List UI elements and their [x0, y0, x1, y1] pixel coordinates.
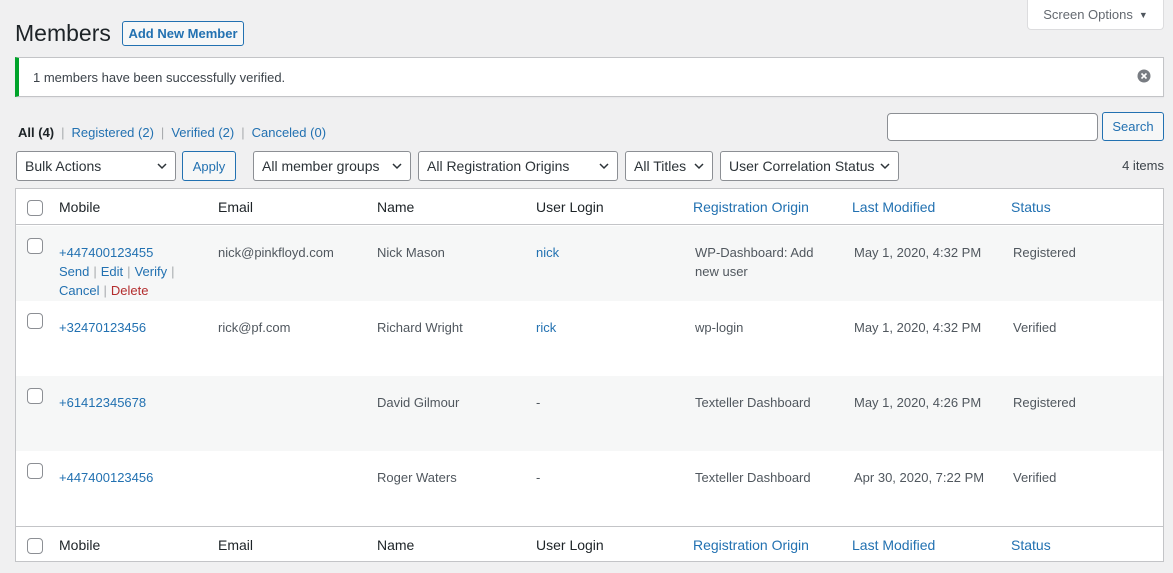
column-mobile: Mobile [59, 536, 101, 553]
user-login-link[interactable]: rick [536, 318, 556, 337]
member-groups-value: All member groups [262, 158, 380, 174]
select-all-checkbox[interactable] [27, 200, 43, 216]
origin-cell: wp-login [695, 320, 744, 335]
column-name: Name [377, 536, 415, 553]
chevron-down-icon [599, 163, 609, 170]
registration-origins-select[interactable]: All Registration Origins [418, 151, 618, 181]
row-checkbox[interactable] [27, 313, 43, 329]
table-row: +61412345678 David Gilmour - Texteller D… [16, 376, 1163, 451]
table-row: +447400123456 Roger Waters - Texteller D… [16, 451, 1163, 526]
screen-options-label: Screen Options [1043, 7, 1133, 22]
chevron-down-icon [694, 163, 704, 170]
items-count: 4 items [1122, 158, 1164, 173]
delete-action[interactable]: Delete [111, 283, 149, 298]
caret-down-icon: ▼ [1138, 9, 1148, 20]
last-modified-cell: May 1, 2020, 4:26 PM [854, 395, 982, 410]
bulk-actions-value: Bulk Actions [25, 158, 102, 174]
screen-options-toggle[interactable]: Screen Options ▼ [1027, 0, 1164, 30]
add-new-member-button[interactable]: Add New Member [122, 21, 244, 46]
registration-origins-value: All Registration Origins [427, 158, 570, 174]
user-login-cell: - [536, 470, 541, 485]
page-title: Members [15, 20, 111, 46]
table-header: Mobile Email Name User Login Registratio… [16, 189, 1163, 225]
cancel-action[interactable]: Cancel [59, 283, 99, 298]
mobile-link[interactable]: +447400123455 [59, 243, 153, 262]
chevron-down-icon [157, 163, 167, 170]
column-status[interactable]: Status [1011, 527, 1051, 562]
column-last-modified[interactable]: Last Modified [852, 189, 935, 224]
column-last-modified[interactable]: Last Modified [852, 527, 935, 562]
status-cell: Registered [1013, 395, 1076, 410]
members-table: Mobile Email Name User Login Registratio… [15, 188, 1164, 562]
origin-cell: WP-Dashboard: Add new user [695, 245, 814, 279]
column-registration-origin[interactable]: Registration Origin [693, 189, 809, 224]
select-all-checkbox[interactable] [27, 538, 43, 554]
column-email: Email [218, 198, 254, 215]
table-footer: Mobile Email Name User Login Registratio… [16, 526, 1163, 562]
column-user-login: User Login [536, 198, 604, 215]
send-action[interactable]: Send [59, 264, 89, 279]
status-cell: Registered [1013, 245, 1076, 260]
chevron-down-icon [880, 163, 890, 170]
status-cell: Verified [1013, 320, 1057, 335]
view-canceled[interactable]: Canceled (0) [252, 125, 326, 140]
origin-cell: Texteller Dashboard [695, 470, 811, 485]
mobile-link[interactable]: +61412345678 [59, 393, 146, 412]
name-cell: Nick Mason [377, 245, 445, 260]
row-checkbox[interactable] [27, 388, 43, 404]
name-cell: Richard Wright [377, 320, 463, 335]
user-correlation-select[interactable]: User Correlation Status [720, 151, 899, 181]
search-button[interactable]: Search [1102, 112, 1164, 141]
column-mobile: Mobile [59, 198, 101, 215]
last-modified-cell: Apr 30, 2020, 7:22 PM [854, 470, 985, 485]
status-cell: Verified [1013, 470, 1057, 485]
column-status[interactable]: Status [1011, 189, 1051, 224]
mobile-link[interactable]: +32470123456 [59, 318, 146, 337]
last-modified-cell: May 1, 2020, 4:32 PM [854, 320, 982, 335]
titles-value: All Titles [634, 158, 687, 174]
bulk-actions-select[interactable]: Bulk Actions [16, 151, 176, 181]
notice-message: 1 members have been successfully verifie… [33, 69, 286, 85]
name-cell: David Gilmour [377, 395, 460, 410]
email-cell: nick@pinkfloyd.com [218, 245, 334, 260]
mobile-link[interactable]: +447400123456 [59, 468, 153, 487]
name-cell: Roger Waters [377, 470, 457, 485]
row-checkbox[interactable] [27, 238, 43, 254]
user-login-link[interactable]: nick [536, 243, 559, 262]
edit-action[interactable]: Edit [101, 264, 123, 279]
dismiss-icon[interactable] [1137, 69, 1151, 83]
chevron-down-icon [392, 163, 402, 170]
column-name: Name [377, 198, 415, 215]
row-checkbox[interactable] [27, 463, 43, 479]
row-actions: Send | Edit | Verify | Cancel | Delete [59, 264, 175, 298]
column-email: Email [218, 536, 254, 553]
success-notice: 1 members have been successfully verifie… [15, 57, 1164, 97]
origin-cell: Texteller Dashboard [695, 395, 811, 410]
view-filters: All (4) | Registered (2) | Verified (2) … [18, 125, 327, 140]
view-all[interactable]: All (4) [18, 125, 54, 140]
email-cell: rick@pf.com [218, 320, 291, 335]
user-login-cell: - [536, 395, 541, 410]
titles-select[interactable]: All Titles [625, 151, 713, 181]
user-correlation-value: User Correlation Status [729, 158, 875, 174]
view-verified[interactable]: Verified (2) [171, 125, 234, 140]
last-modified-cell: May 1, 2020, 4:32 PM [854, 245, 982, 260]
column-registration-origin[interactable]: Registration Origin [693, 527, 809, 562]
search-input[interactable] [887, 113, 1098, 141]
view-registered[interactable]: Registered (2) [72, 125, 154, 140]
table-row: +32470123456 rick@pf.com Richard Wright … [16, 301, 1163, 376]
apply-button[interactable]: Apply [182, 151, 236, 181]
member-groups-select[interactable]: All member groups [253, 151, 411, 181]
verify-action[interactable]: Verify [135, 264, 168, 279]
table-row: +447400123455 Send | Edit | Verify | Cancel | D… [16, 226, 1163, 301]
column-user-login: User Login [536, 536, 604, 553]
